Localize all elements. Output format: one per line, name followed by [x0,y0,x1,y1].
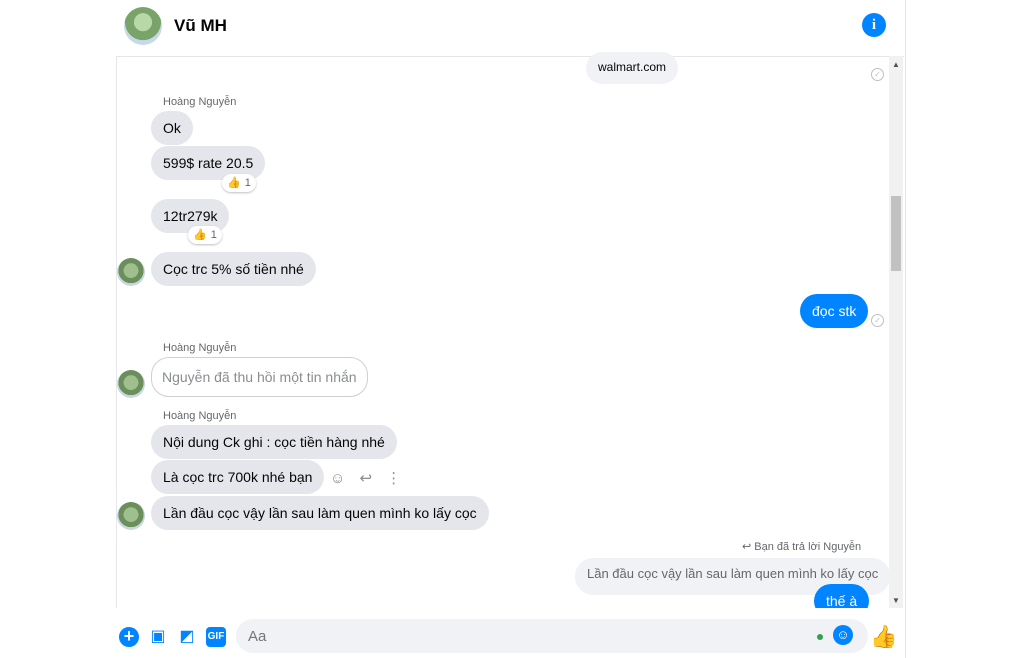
react-smile-icon[interactable]: ☺ [330,470,345,487]
reaction-count: 1 [244,177,251,189]
reaction-badge[interactable]: 👍 1 [188,226,222,244]
message-bubble[interactable]: Cọc trc 5% số tiền nhé [151,252,316,286]
message-bubble[interactable]: Nội dung Ck ghi : cọc tiền hàng nhé [151,425,397,459]
seen-check-icon: ✓ [871,314,884,327]
sticker-icon[interactable]: ◩ [177,627,197,647]
sender-name: Hoàng Nguyễn [163,342,237,354]
sender-name: Hoàng Nguyễn [163,96,237,108]
scrollbar[interactable]: ▲ ▼ [889,56,903,608]
message-bubble[interactable]: Lần đầu cọc vậy lần sau làm quen mình ko… [151,496,489,530]
message-link-preview[interactable]: walmart.com [586,52,679,84]
recalled-message: Nguyễn đã thu hồi một tin nhắn [151,357,368,397]
reaction-badge[interactable]: 👍 1 [222,174,256,192]
image-icon[interactable]: ▣ [148,627,168,647]
thumbs-up-icon[interactable]: 👍 [870,624,897,650]
message-input[interactable] [236,619,868,653]
more-options-icon[interactable]: ⋮ [386,470,401,487]
smile-icon[interactable]: ☺ [833,625,853,645]
chat-header: Vũ MH i [116,0,904,57]
reply-icon: ↩ [742,541,755,553]
reaction-count: 1 [210,229,217,241]
seen-check-icon: ✓ [871,68,884,81]
scrollbar-thumb[interactable] [891,196,901,271]
contact-name[interactable]: Vũ MH [174,16,227,36]
avatar[interactable] [117,370,145,398]
gif-icon[interactable]: GIF [206,627,226,647]
avatar[interactable] [117,258,145,286]
reply-icon[interactable]: ↩ [360,470,373,487]
message-bubble[interactable]: Là cọc trc 700k nhé bạn [151,460,325,494]
reply-note-text: Bạn đã trả lời Nguyễn [754,541,862,553]
sender-name: Hoàng Nguyễn [163,410,237,422]
message-composer: + ▣ ◩ GIF ☺ 👍 [116,608,904,658]
contact-avatar[interactable] [124,7,162,45]
thumbs-up-icon: 👍 [227,177,241,189]
info-icon[interactable]: i [862,13,886,37]
scroll-down-arrow-icon[interactable]: ▼ [889,596,903,605]
scroll-up-arrow-icon[interactable]: ▲ [889,60,903,69]
reply-indicator: ↩ Bạn đã trả lời Nguyễn [742,540,861,553]
avatar[interactable] [117,502,145,530]
status-dot [817,634,823,640]
message-bubble[interactable]: Ok [151,111,193,145]
message-actions: ☺ ↩ ⋮ [330,469,411,487]
message-bubble-outgoing[interactable]: đọc stk [800,294,869,328]
thumbs-up-icon: 👍 [193,229,207,241]
plus-icon[interactable]: + [119,627,139,647]
